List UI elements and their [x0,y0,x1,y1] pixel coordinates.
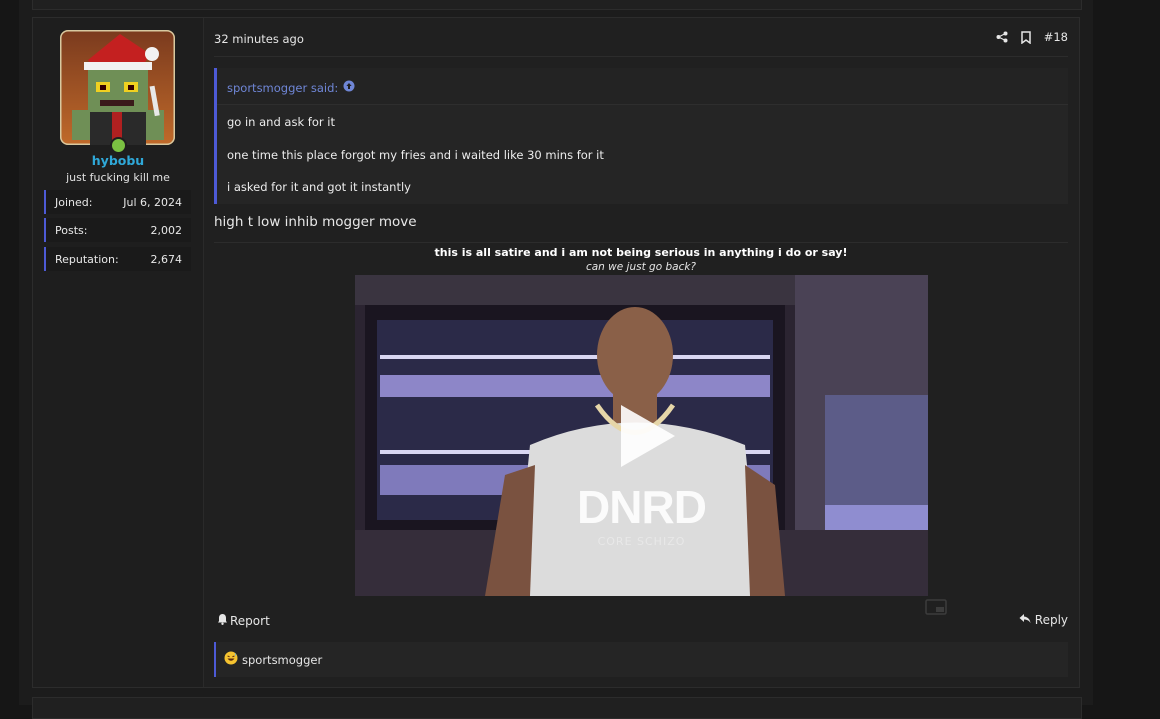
avatar-image [60,30,175,145]
share-icon[interactable] [996,31,1008,43]
reply-arrow-icon [1019,613,1031,627]
stat-posts: Posts: 2,002 [44,218,191,242]
stat-value: 2,674 [150,252,183,266]
reactions-bar[interactable]: sportsmogger [214,642,1068,677]
stat-label: Posts: [55,223,88,237]
post-header-actions: #18 [996,30,1068,44]
grinning-sweat-emoji-icon [224,651,238,668]
reaction-users[interactable]: sportsmogger [242,653,322,667]
signature-line: can we just go back? [585,261,697,273]
picture-in-picture-icon[interactable] [925,599,947,619]
stat-label: Reputation: [55,252,119,266]
author-title: just fucking kill me [66,171,170,184]
signature-line: this is all satire and i am not being se… [434,246,848,259]
quote-header: sportsmogger said: [217,68,1068,105]
stat-value: 2,002 [150,223,183,237]
stat-value: Jul 6, 2024 [123,195,182,209]
stat-joined: Joined: Jul 6, 2024 [44,190,191,214]
reply-label: Reply [1034,613,1068,627]
bell-icon [217,613,228,628]
reply-button[interactable]: Reply [1019,613,1068,627]
arrow-up-circle-icon[interactable] [343,80,355,95]
stat-reputation: Reputation: 2,674 [44,247,191,271]
signature-divider [214,242,1068,243]
bookmark-icon[interactable] [1020,30,1031,44]
next-post-edge [32,697,1082,719]
report-label: Report [230,613,270,628]
divider [214,56,1068,57]
author-sidebar: hybobu just fucking kill me Joined: Jul … [33,18,204,687]
embedded-video[interactable]: DNRD CORE SCHIZO [355,275,928,596]
post-main: 32 minutes ago #18 sportsmogger said: go… [214,18,1068,687]
quote-line: i asked for it and got it instantly [227,180,411,194]
report-button[interactable]: Report [217,613,270,628]
play-icon[interactable] [613,401,683,471]
quote-author-label: sportsmogger said: [227,80,339,95]
post-timestamp[interactable]: 32 minutes ago [214,32,304,46]
video-watermark: DNRD [577,481,707,533]
quote-block: sportsmogger said: go in and ask for it … [214,68,1068,204]
quote-author-link[interactable]: sportsmogger said: [227,80,355,95]
previous-post-edge [32,0,1082,10]
avatar[interactable] [60,30,175,145]
stat-label: Joined: [55,195,93,209]
video-watermark-sub: CORE SCHIZO [597,535,686,548]
post-number-link[interactable]: #18 [1044,30,1068,44]
author-username[interactable]: hybobu [33,153,203,168]
post-message: high t low inhib mogger move [214,214,417,230]
online-status-indicator [110,137,127,154]
quote-line: go in and ask for it [227,115,335,129]
forum-post: hybobu just fucking kill me Joined: Jul … [32,17,1080,688]
quote-line: one time this place forgot my fries and … [227,148,604,162]
